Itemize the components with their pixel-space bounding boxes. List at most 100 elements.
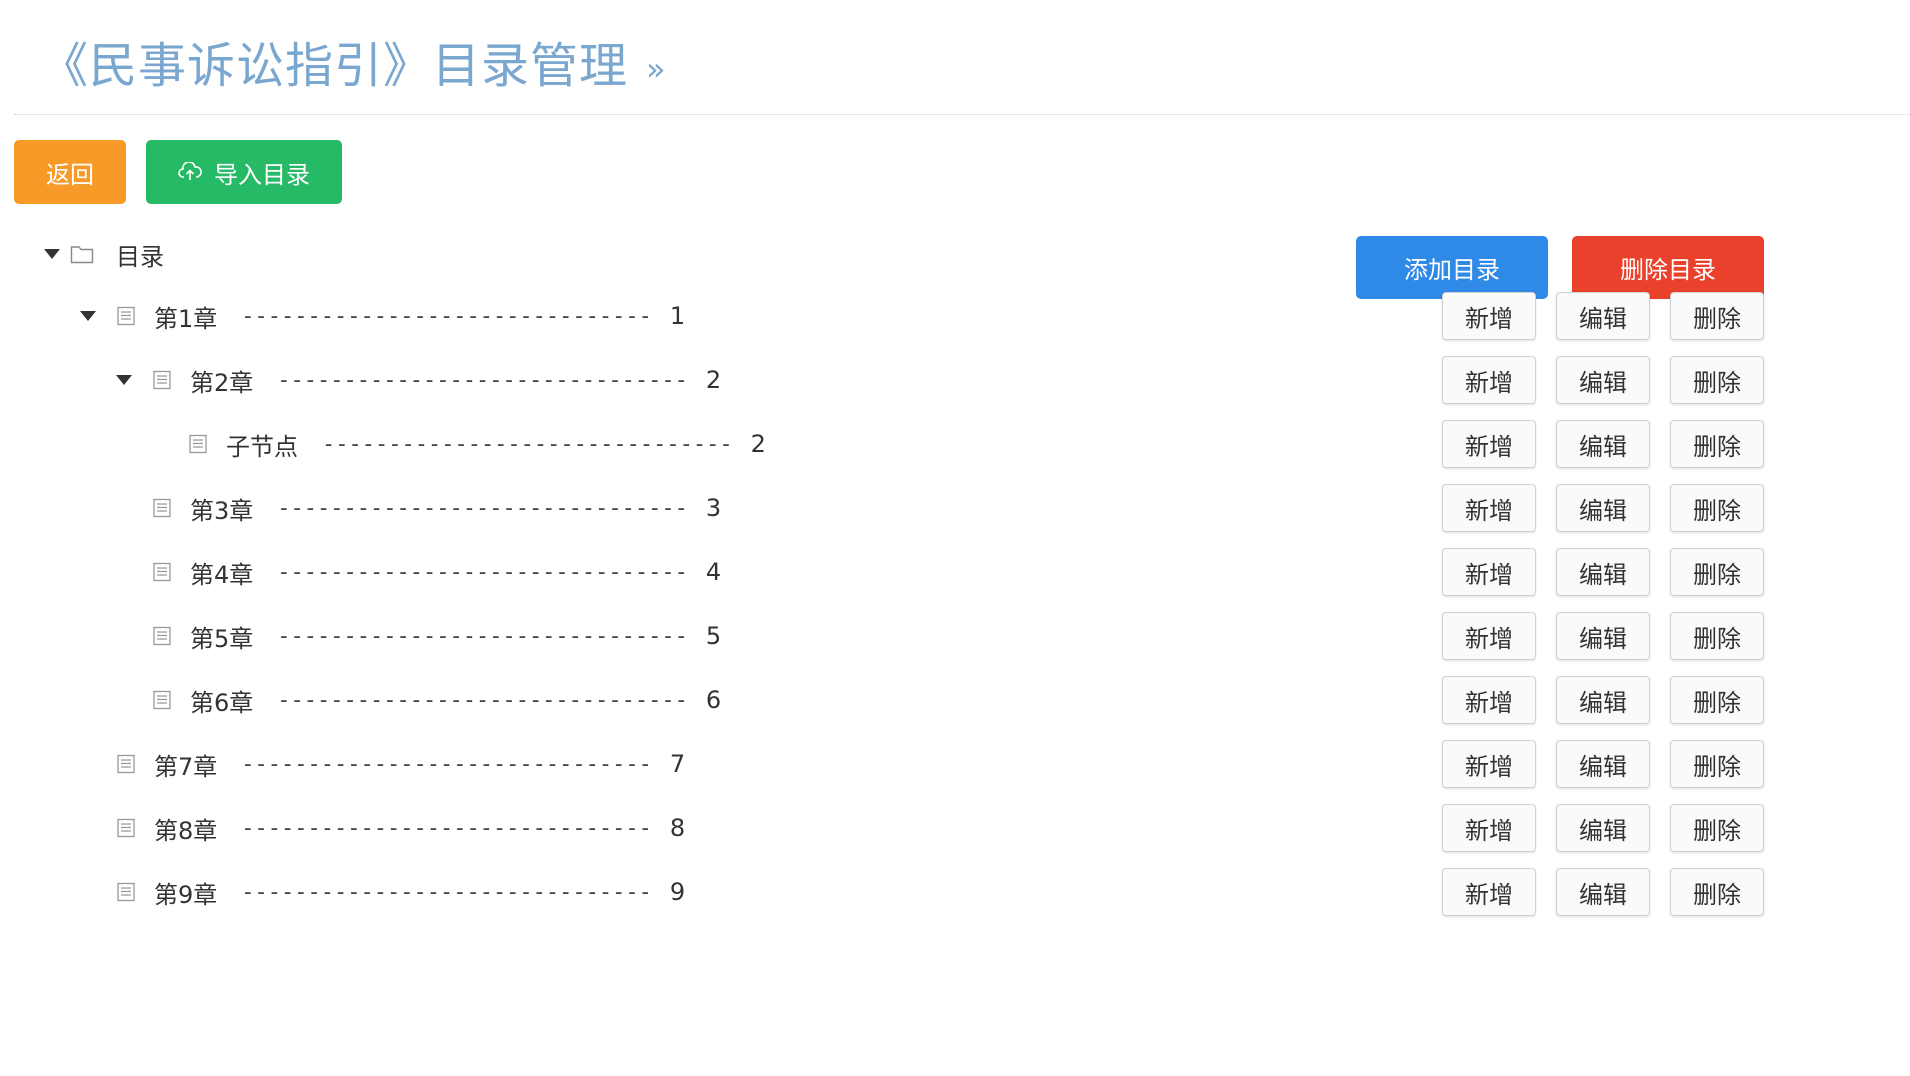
- row-delete-button[interactable]: 删除: [1670, 292, 1764, 340]
- tree-node-page: 1: [669, 302, 686, 330]
- tree-node[interactable]: 第4章 ------------------------------- 4: [116, 552, 721, 592]
- dash-leader: -------------------------------: [241, 303, 652, 329]
- tree-node-label: 第8章: [154, 816, 218, 845]
- tree-root[interactable]: 目录: [44, 236, 164, 272]
- dash-leader: -------------------------------: [277, 623, 688, 649]
- row-add-button[interactable]: 新增: [1442, 676, 1536, 724]
- row-actions: 新增 编辑 删除: [1442, 548, 1764, 596]
- dash-leader: -------------------------------: [241, 751, 652, 777]
- dash-leader: -------------------------------: [277, 559, 688, 585]
- tree-node[interactable]: 第1章 ------------------------------- 1: [80, 296, 685, 336]
- document-icon: [152, 690, 172, 710]
- caret-down-icon[interactable]: [116, 375, 132, 385]
- row-delete-button[interactable]: 删除: [1670, 868, 1764, 916]
- caret-slot: [116, 375, 152, 385]
- row-actions: 新增 编辑 删除: [1442, 356, 1764, 404]
- row-actions: 新增 编辑 删除: [1442, 740, 1764, 788]
- row-edit-button[interactable]: 编辑: [1556, 676, 1650, 724]
- add-catalog-button[interactable]: 添加目录: [1356, 236, 1548, 299]
- document-icon: [116, 882, 136, 902]
- row-add-button[interactable]: 新增: [1442, 292, 1536, 340]
- tree-node[interactable]: 第8章 ------------------------------- 8: [80, 808, 685, 848]
- row-add-button[interactable]: 新增: [1442, 804, 1536, 852]
- tree-node-label: 第9章: [154, 880, 218, 909]
- row-add-button[interactable]: 新增: [1442, 420, 1536, 468]
- dash-leader: -------------------------------: [277, 687, 688, 713]
- row-add-button[interactable]: 新增: [1442, 740, 1536, 788]
- row-edit-button[interactable]: 编辑: [1556, 740, 1650, 788]
- row-actions: 新增 编辑 删除: [1442, 804, 1764, 852]
- row-add-button[interactable]: 新增: [1442, 548, 1536, 596]
- dash-leader: -------------------------------: [241, 879, 652, 905]
- dash-leader: -------------------------------: [241, 815, 652, 841]
- row-delete-button[interactable]: 删除: [1670, 804, 1764, 852]
- row-delete-button[interactable]: 删除: [1670, 676, 1764, 724]
- row-delete-button[interactable]: 删除: [1670, 484, 1764, 532]
- row-edit-button[interactable]: 编辑: [1556, 420, 1650, 468]
- tree-node-page: 7: [669, 750, 686, 778]
- row-delete-button[interactable]: 删除: [1670, 420, 1764, 468]
- row-delete-button[interactable]: 删除: [1670, 356, 1764, 404]
- row-edit-button[interactable]: 编辑: [1556, 804, 1650, 852]
- row-add-button[interactable]: 新增: [1442, 612, 1536, 660]
- document-icon: [116, 818, 136, 838]
- tree-node-page: 5: [705, 622, 722, 650]
- row-actions: 新增 编辑 删除: [1442, 676, 1764, 724]
- row-actions: 新增 编辑 删除: [1442, 612, 1764, 660]
- caret-down-icon[interactable]: [44, 249, 60, 259]
- tree-node[interactable]: 第2章 ------------------------------- 2: [116, 360, 721, 400]
- tree-node[interactable]: 第9章 ------------------------------- 9: [80, 872, 685, 912]
- tree-node-page: 9: [669, 878, 686, 906]
- row-add-button[interactable]: 新增: [1442, 484, 1536, 532]
- import-catalog-button[interactable]: 导入目录: [146, 140, 342, 204]
- row-edit-button[interactable]: 编辑: [1556, 484, 1650, 532]
- row-actions: 新增 编辑 删除: [1442, 484, 1764, 532]
- row-delete-button[interactable]: 删除: [1670, 548, 1764, 596]
- tree-node-label: 第2章: [190, 368, 254, 397]
- delete-catalog-label: 删除目录: [1620, 256, 1716, 284]
- document-icon: [116, 306, 136, 326]
- folder-icon: [70, 244, 94, 264]
- back-button[interactable]: 返回: [14, 140, 126, 204]
- row-actions: 新增 编辑 删除: [1442, 420, 1764, 468]
- import-button-label: 导入目录: [214, 160, 310, 189]
- tree-node-label: 第3章: [190, 496, 254, 525]
- row-edit-button[interactable]: 编辑: [1556, 292, 1650, 340]
- row-delete-button[interactable]: 删除: [1670, 740, 1764, 788]
- chevron-double-right-icon[interactable]: »: [646, 50, 667, 88]
- row-actions: 新增 编辑 删除: [1442, 868, 1764, 916]
- row-edit-button[interactable]: 编辑: [1556, 548, 1650, 596]
- tree-node[interactable]: 第3章 ------------------------------- 3: [116, 488, 721, 528]
- tree-node-page: 2: [750, 430, 766, 458]
- page-title: 《民事诉讼指引》目录管理 »: [40, 26, 667, 96]
- dash-leader: -------------------------------: [322, 431, 733, 457]
- tree-node-page: 8: [669, 814, 686, 842]
- row-actions: 新增 编辑 删除: [1442, 292, 1764, 340]
- tree-node-page: 6: [705, 686, 722, 714]
- document-icon: [152, 370, 172, 390]
- tree-node-label: 子节点: [226, 432, 298, 461]
- tree-root-label: 目录: [116, 242, 164, 271]
- row-add-button[interactable]: 新增: [1442, 868, 1536, 916]
- row-edit-button[interactable]: 编辑: [1556, 612, 1650, 660]
- document-icon: [152, 562, 172, 582]
- tree-node-label: 第6章: [190, 688, 254, 717]
- tree-node[interactable]: 第5章 ------------------------------- 5: [116, 616, 721, 656]
- tree-node[interactable]: 子节点 ------------------------------- 2: [152, 424, 766, 464]
- row-edit-button[interactable]: 编辑: [1556, 868, 1650, 916]
- delete-catalog-button[interactable]: 删除目录: [1572, 236, 1764, 299]
- tree-node[interactable]: 第7章 ------------------------------- 7: [80, 744, 685, 784]
- tree-node-page: 4: [705, 558, 722, 586]
- document-icon: [188, 434, 208, 454]
- row-add-button[interactable]: 新增: [1442, 356, 1536, 404]
- caret-slot: [80, 311, 116, 321]
- document-icon: [152, 498, 172, 518]
- tree-node-page: 2: [705, 366, 722, 394]
- caret-down-icon[interactable]: [80, 311, 96, 321]
- row-edit-button[interactable]: 编辑: [1556, 356, 1650, 404]
- tree-node-page: 3: [705, 494, 722, 522]
- header-divider: [14, 114, 1910, 115]
- document-icon: [152, 626, 172, 646]
- row-delete-button[interactable]: 删除: [1670, 612, 1764, 660]
- tree-node[interactable]: 第6章 ------------------------------- 6: [116, 680, 721, 720]
